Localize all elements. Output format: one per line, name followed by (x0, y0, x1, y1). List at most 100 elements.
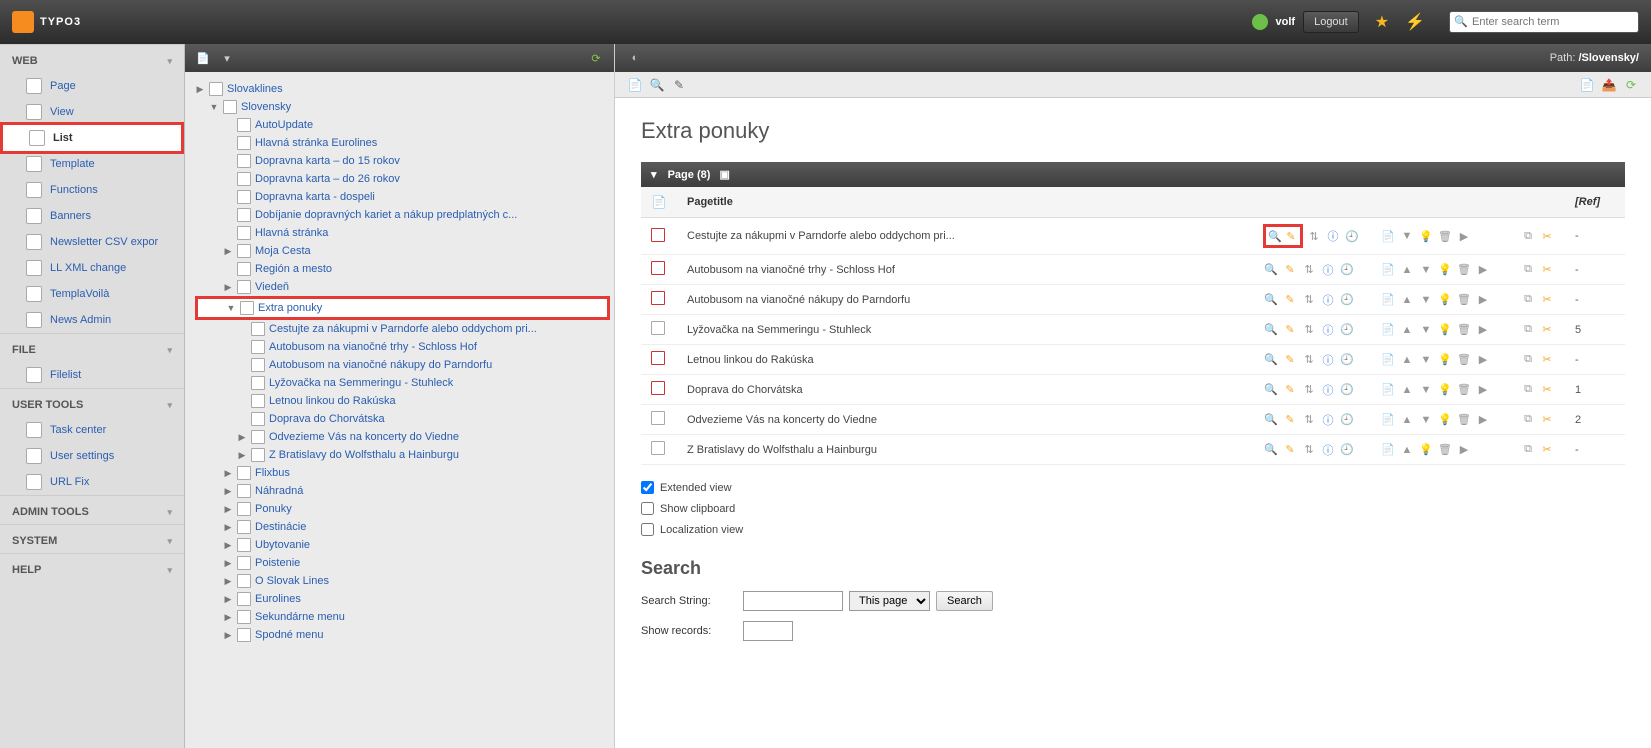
search-button[interactable]: Search (936, 591, 993, 611)
tree-node[interactable]: ▶Flixbus (195, 464, 610, 482)
cut-icon[interactable]: ✂ (1539, 382, 1555, 398)
info-icon[interactable]: ⓘ (1320, 442, 1336, 458)
hide-icon[interactable]: 💡 (1437, 292, 1453, 308)
info-icon[interactable]: ⓘ (1320, 412, 1336, 428)
row-title[interactable]: Odvezieme Vás na koncerty do Viedne (677, 405, 1253, 435)
tree-twisty-icon[interactable]: ▶ (237, 432, 247, 443)
tree-node[interactable]: ▶O Slovak Lines (195, 572, 610, 590)
module-group-header[interactable]: USER TOOLS▾ (0, 388, 184, 417)
hide-icon[interactable]: 💡 (1418, 228, 1434, 244)
tree-node[interactable]: ▶Moja Cesta (195, 242, 610, 260)
tree-twisty-icon[interactable]: ▶ (223, 486, 233, 497)
cut-icon[interactable]: ✂ (1539, 412, 1555, 428)
tree-twisty-icon[interactable]: ▶ (223, 282, 233, 293)
copy-icon[interactable]: ⧉ (1520, 352, 1536, 368)
module-item[interactable]: Filelist (0, 362, 184, 388)
tree-twisty-icon[interactable]: ▶ (223, 612, 233, 623)
tree-node[interactable]: AutoUpdate (195, 116, 610, 134)
tree-twisty-icon[interactable]: ▶ (223, 504, 233, 515)
preview-icon[interactable]: 🔍 (1263, 442, 1279, 458)
tree-node[interactable]: Dopravna karta – do 15 rokov (195, 152, 610, 170)
copy-icon[interactable]: ⧉ (1520, 442, 1536, 458)
edit-icon[interactable]: ✎ (1282, 412, 1298, 428)
preview-icon[interactable]: 🔍 (1263, 292, 1279, 308)
edit-icon[interactable]: ✎ (1283, 228, 1299, 244)
goto-icon[interactable]: ▶ (1475, 292, 1491, 308)
move-down-icon[interactable]: ▼ (1418, 382, 1434, 398)
export-icon[interactable]: 📤 (1601, 77, 1617, 93)
tree-node[interactable]: Hlavná stránka (195, 224, 610, 242)
refresh-tree-icon[interactable]: ⟳ (588, 50, 604, 66)
edit-page-icon[interactable]: ✎ (671, 77, 687, 93)
copy-icon[interactable]: ⧉ (1520, 322, 1536, 338)
move-icon[interactable]: ⇅ (1301, 382, 1317, 398)
extended-view-checkbox[interactable]: Extended view (641, 481, 1625, 494)
info-icon[interactable]: ⓘ (1325, 228, 1341, 244)
tree-node[interactable]: Lyžovačka na Semmeringu - Stuhleck (195, 374, 610, 392)
goto-icon[interactable]: ▶ (1456, 442, 1472, 458)
delete-icon[interactable]: 🗑 (1456, 412, 1472, 428)
collapse-table-icon[interactable]: ▾ (651, 169, 657, 181)
tree-twisty-icon[interactable]: ▶ (223, 468, 233, 479)
tree-node[interactable]: ▼Slovensky (195, 98, 610, 116)
move-icon[interactable]: ⇅ (1301, 322, 1317, 338)
new-record-icon[interactable]: 📄 (627, 77, 643, 93)
tree-node[interactable]: ▶Ubytovanie (195, 536, 610, 554)
cut-icon[interactable]: ✂ (1539, 442, 1555, 458)
info-icon[interactable]: ⓘ (1320, 262, 1336, 278)
module-item[interactable]: User settings (0, 443, 184, 469)
tree-twisty-icon[interactable]: ▶ (223, 576, 233, 587)
new-after-icon[interactable]: 📄 (1380, 442, 1396, 458)
preview-icon[interactable]: 🔍 (1263, 382, 1279, 398)
info-icon[interactable]: ⓘ (1320, 382, 1336, 398)
hide-icon[interactable]: 💡 (1437, 262, 1453, 278)
move-down-icon[interactable]: ▼ (1418, 262, 1434, 278)
module-item[interactable]: Newsletter CSV expor (0, 229, 184, 255)
doc-icon[interactable]: 📄 (1579, 77, 1595, 93)
hide-icon[interactable]: 💡 (1437, 412, 1453, 428)
module-item[interactable]: News Admin (0, 307, 184, 333)
info-icon[interactable]: ⓘ (1320, 322, 1336, 338)
new-after-icon[interactable]: 📄 (1380, 322, 1396, 338)
row-title[interactable]: Cestujte za nákupmi v Parndorfe alebo od… (677, 218, 1253, 255)
preview-icon[interactable]: 🔍 (1263, 262, 1279, 278)
tree-node[interactable]: ▶Poistenie (195, 554, 610, 572)
hide-icon[interactable]: 💡 (1437, 352, 1453, 368)
delete-icon[interactable]: 🗑 (1456, 382, 1472, 398)
tree-node[interactable]: ▶Destinácie (195, 518, 610, 536)
goto-icon[interactable]: ▶ (1475, 382, 1491, 398)
goto-icon[interactable]: ▶ (1475, 412, 1491, 428)
history-icon[interactable]: 🕘 (1339, 262, 1355, 278)
row-title[interactable]: Autobusom na vianočné trhy - Schloss Hof (677, 255, 1253, 285)
localization-view-checkbox[interactable]: Localization view (641, 523, 1625, 536)
tree-twisty-icon[interactable]: ▶ (195, 84, 205, 95)
tree-node[interactable]: ▶Ponuky (195, 500, 610, 518)
edit-icon[interactable]: ✎ (1282, 382, 1298, 398)
move-down-icon[interactable]: ▼ (1418, 352, 1434, 368)
move-up-icon[interactable]: ▲ (1399, 292, 1415, 308)
logout-button[interactable]: Logout (1303, 11, 1359, 33)
tree-node[interactable]: ▶Slovaklines (195, 80, 610, 98)
new-after-icon[interactable]: 📄 (1380, 412, 1396, 428)
tree-node[interactable]: Letnou linkou do Rakúska (195, 392, 610, 410)
cut-icon[interactable]: ✂ (1539, 262, 1555, 278)
delete-icon[interactable]: 🗑 (1456, 322, 1472, 338)
row-title[interactable]: Z Bratislavy do Wolfsthalu a Hainburgu (677, 435, 1253, 465)
move-up-icon[interactable]: ▲ (1399, 352, 1415, 368)
move-down-icon[interactable]: ▼ (1399, 228, 1415, 244)
search-string-input[interactable] (743, 591, 843, 611)
tree-node[interactable]: ▶Sekundárne menu (195, 608, 610, 626)
tree-node[interactable]: ▶Spodné menu (195, 626, 610, 644)
cut-icon[interactable]: ✂ (1539, 228, 1555, 244)
copy-icon[interactable]: ⧉ (1520, 228, 1536, 244)
module-item[interactable]: URL Fix (0, 469, 184, 495)
history-icon[interactable]: 🕘 (1339, 352, 1355, 368)
cut-icon[interactable]: ✂ (1539, 322, 1555, 338)
module-group-header[interactable]: WEB▾ (0, 44, 184, 73)
edit-icon[interactable]: ✎ (1282, 322, 1298, 338)
delete-icon[interactable]: 🗑 (1437, 228, 1453, 244)
tree-twisty-icon[interactable]: ▶ (223, 540, 233, 551)
history-icon[interactable]: 🕘 (1339, 292, 1355, 308)
move-down-icon[interactable]: ▼ (1418, 322, 1434, 338)
goto-icon[interactable]: ▶ (1475, 352, 1491, 368)
